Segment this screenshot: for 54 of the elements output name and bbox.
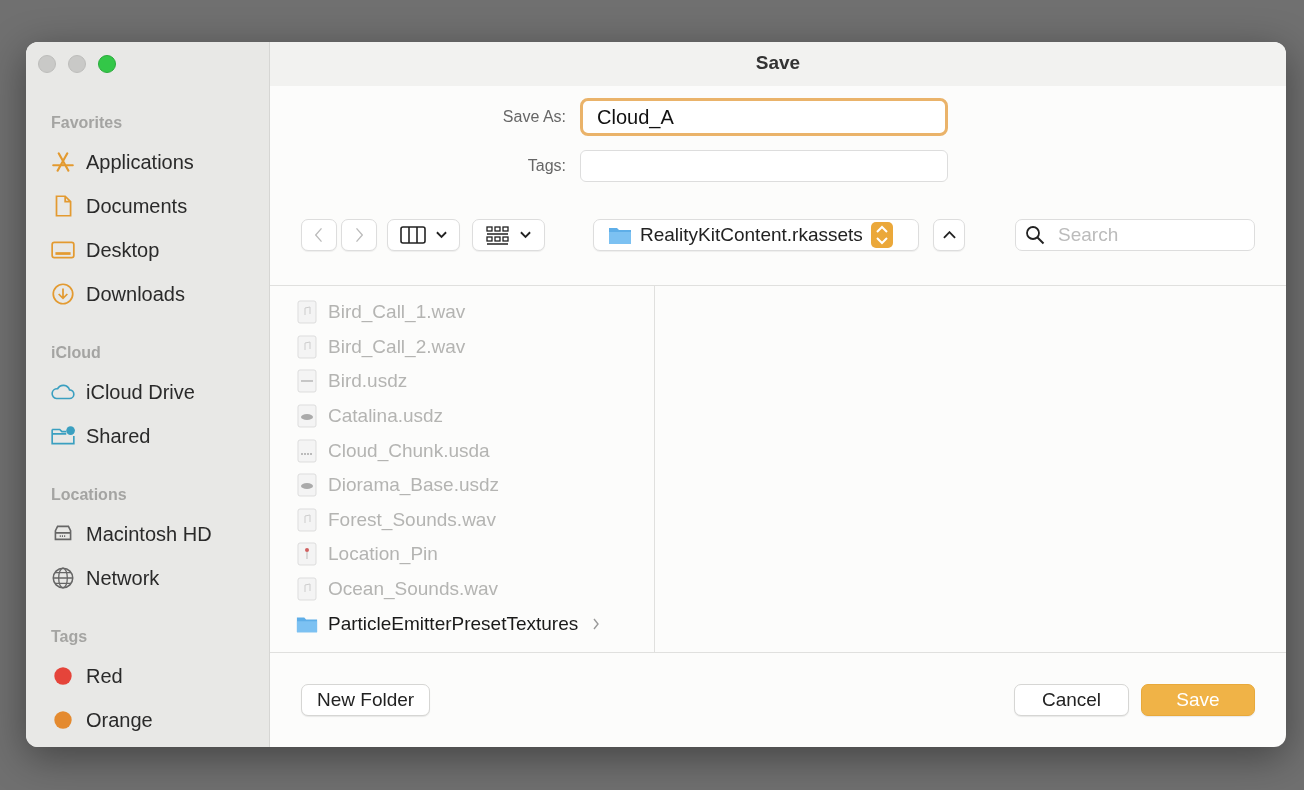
tags-label: Tags: [526,157,567,175]
tags-field[interactable] [580,150,948,182]
sidebar-item[interactable]: Documents [50,184,269,228]
apps-icon [50,149,76,175]
sidebar-item[interactable]: Applications [50,140,269,184]
grid-icon [486,225,510,245]
audio-file-icon [296,300,318,325]
sidebar-item[interactable]: Downloads [50,272,269,316]
back-button[interactable] [301,219,337,251]
caret-icon [520,231,531,239]
usda-file-icon [296,438,318,463]
sidebar-item[interactable]: Network [50,556,269,600]
cancel-button[interactable]: Cancel [1014,684,1129,716]
sidebar-heading: Favorites [51,114,124,132]
sidebar-item[interactable]: Macintosh HD [50,512,269,556]
sidebar-item[interactable]: Red [50,654,269,698]
file-row[interactable]: ParticleEmitterPresetTextures [296,606,654,641]
sidebar-heading: Locations [51,486,128,504]
sidebar-heading: Tags [51,628,89,646]
sidebar-item[interactable]: Orange [50,698,269,742]
new-folder-button[interactable]: New Folder [301,684,431,716]
model-file-icon [296,369,318,394]
sidebar-item[interactable]: iCloud Drive [50,370,269,414]
forward-chevron-icon [354,226,364,244]
sidebar-item[interactable]: Shared [50,414,269,458]
audio-file-icon [296,577,318,602]
column-view-button[interactable] [387,219,460,251]
minimize-button[interactable] [68,55,86,73]
window-title: Save [270,42,1286,86]
save-as-label: Save As: [501,108,567,126]
pin-file-icon [296,542,318,567]
sidebar-heading: iCloud [51,344,102,362]
download-icon [50,281,76,307]
zoom-button[interactable] [98,55,116,73]
back-chevron-icon [314,226,324,244]
folder-icon [608,225,632,245]
audio-file-icon [296,507,318,532]
stepper-icon [870,222,893,248]
caret-icon [436,231,447,239]
model-file-icon [296,404,318,429]
location-popup[interactable]: RealityKitContent.rkassets [593,219,919,251]
close-button[interactable] [38,55,56,73]
sidebar-item[interactable]: Desktop [50,228,269,272]
collapse-button[interactable] [933,219,965,251]
columns-icon [400,226,426,244]
search-field[interactable]: Search [1015,219,1255,251]
chevron-icon [592,617,601,630]
forward-button[interactable] [341,219,377,251]
icon-view-button[interactable] [472,219,545,251]
filename-field[interactable]: Cloud_A [580,98,948,136]
globe-icon [50,565,76,591]
model-file-icon [296,473,318,498]
caret-up-icon [942,231,956,239]
audio-file-icon [296,334,318,359]
